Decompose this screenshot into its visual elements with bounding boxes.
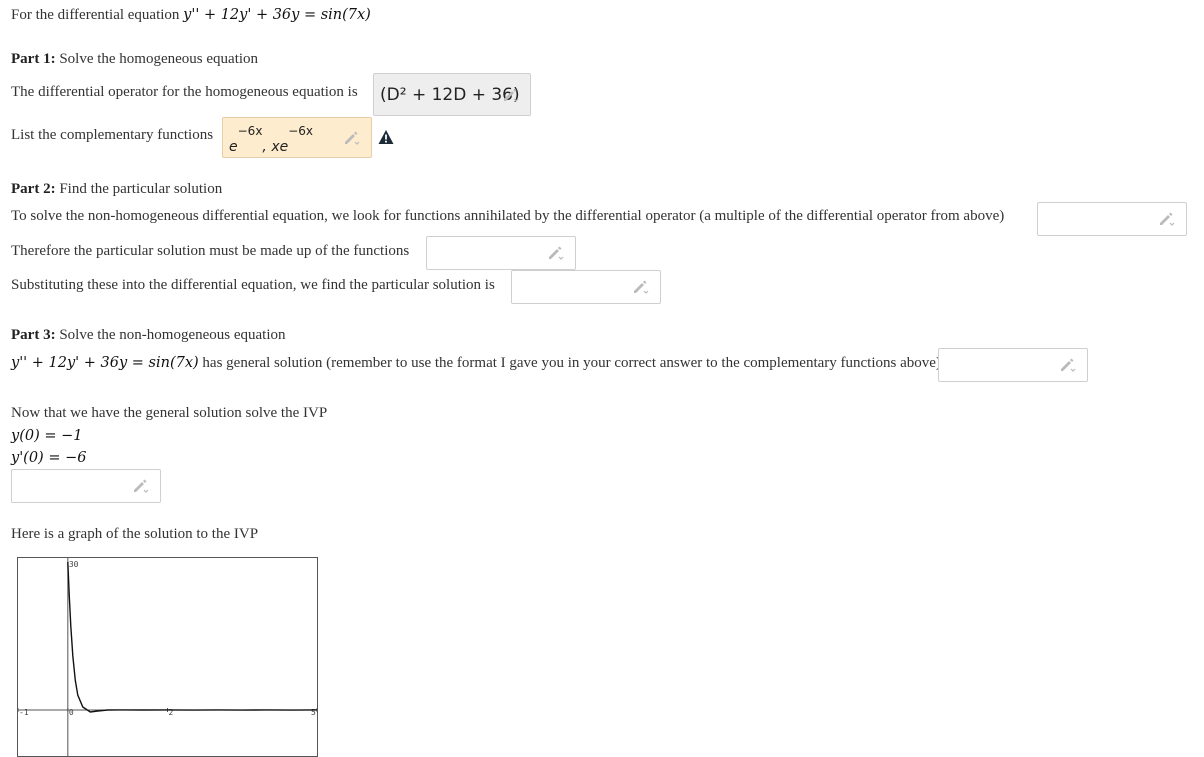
intro-line: For the differential equation y'' + 12y'… — [11, 7, 371, 24]
annihilator-prompt: To solve the non-homogeneous differentia… — [11, 208, 1005, 224]
ivp-condition-2: y'(0) = −6 — [11, 450, 87, 466]
functions-answer-field[interactable] — [426, 236, 576, 270]
ivp-answer-field[interactable] — [11, 469, 161, 503]
part2-heading: Part 2: Find the particular solution — [11, 181, 222, 198]
particular-prompt: Substituting these into the differential… — [11, 277, 495, 293]
solution-graph: -1 0 2 5 30 — [17, 557, 318, 757]
pencil-icon — [345, 131, 360, 145]
solution-curve — [67, 561, 317, 713]
ivp-prompt: Now that we have the general solution so… — [11, 405, 328, 421]
particular-answer-field[interactable] — [511, 270, 661, 304]
part1-title: Solve the homogeneous equation — [59, 51, 259, 67]
pencil-icon — [549, 246, 564, 260]
pencil-icon — [1061, 358, 1076, 372]
intro-equation: y'' + 12y' + 36y = sin(7x) — [183, 7, 371, 23]
complementary-answer-value: e−6x, xe−6x — [229, 124, 314, 155]
graph-caption: Here is a graph of the solution to the I… — [11, 526, 259, 542]
part1-label: Part 1: — [11, 51, 56, 67]
part3-heading: Part 3: Solve the non-homogeneous equati… — [11, 327, 286, 344]
pencil-icon — [134, 479, 149, 493]
general-prompt-line: y'' + 12y' + 36y = sin(7x) has general s… — [11, 355, 941, 372]
general-answer-field[interactable] — [938, 348, 1088, 382]
solution-chart: -1 0 2 530 — [18, 558, 317, 756]
operator-prompt: The differential operator for the homoge… — [11, 84, 358, 100]
pencil-icon — [634, 280, 649, 294]
operator-answer-field[interactable]: (D² + 12D + 36) — [373, 73, 531, 116]
part3-title: Solve the non-homogeneous equation — [59, 327, 286, 343]
part2-label: Part 2: — [11, 181, 56, 197]
intro-text: For the differential equation — [11, 7, 180, 23]
complementary-answer-field[interactable]: e−6x, xe−6x — [222, 117, 372, 158]
x-tick-label: -1 — [19, 708, 29, 717]
operator-answer-value: (D² + 12D + 36) — [380, 85, 520, 105]
part3-label: Part 3: — [11, 327, 56, 343]
pencil-icon — [1160, 212, 1175, 226]
y-tick-label: 30 — [69, 560, 79, 569]
general-prompt: has general solution (remember to use th… — [202, 355, 941, 371]
ivp-condition-1: y(0) = −1 — [11, 428, 83, 444]
pencil-icon — [504, 88, 519, 102]
part3-equation: y'' + 12y' + 36y = sin(7x) — [11, 355, 199, 371]
part1-heading: Part 1: Solve the homogeneous equation — [11, 51, 258, 68]
functions-prompt: Therefore the particular solution must b… — [11, 243, 410, 259]
x-tick-label: 0 — [69, 708, 74, 717]
part2-title: Find the particular solution — [59, 181, 223, 197]
warning-icon[interactable] — [378, 129, 394, 145]
annihilator-answer-field[interactable] — [1037, 202, 1187, 236]
complementary-prompt: List the complementary functions — [11, 127, 214, 143]
